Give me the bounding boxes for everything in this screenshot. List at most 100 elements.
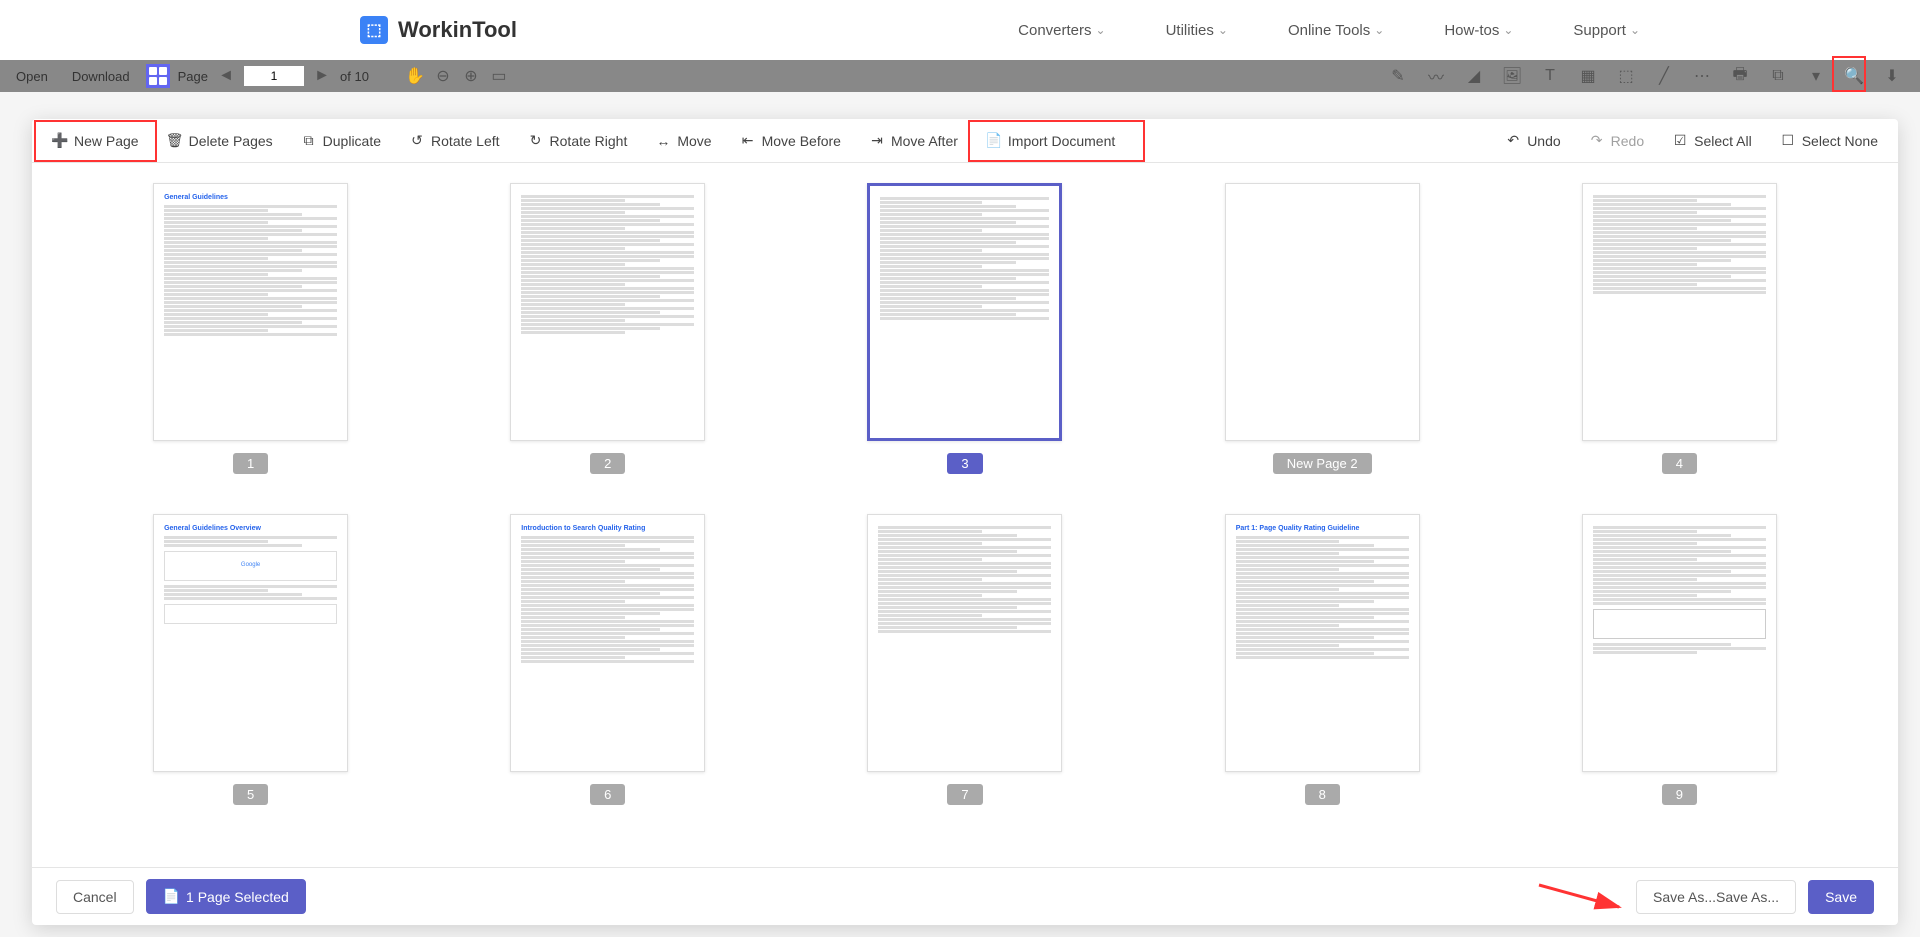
thumb-title: Introduction to Search Quality Rating	[521, 525, 694, 532]
page-thumb-8[interactable]: Part 1: Page Quality Rating Guideline	[1225, 514, 1420, 772]
open-button[interactable]: Open	[8, 65, 56, 88]
page-thumb-2[interactable]	[510, 183, 705, 441]
page-badge: New Page 2	[1273, 453, 1372, 474]
selected-count-button[interactable]: 📄 1 Page Selected	[146, 879, 306, 914]
dialog-footer: Cancel 📄 1 Page Selected Save As...Save …	[32, 867, 1898, 925]
page-badge: 4	[1662, 453, 1697, 474]
page-badge: 5	[233, 784, 268, 805]
page-item-9[interactable]: 9	[1561, 514, 1798, 805]
rotate-left-button[interactable]: ↺ Rotate Left	[397, 127, 512, 155]
nav-converters[interactable]: Converters	[1018, 22, 1105, 39]
move-label: Move	[677, 133, 711, 149]
thumb-title: Part 1: Page Quality Rating Guideline	[1236, 525, 1409, 532]
delete-pages-button[interactable]: 🗑 Delete Pages	[155, 127, 285, 155]
new-page-label: New Page	[74, 133, 139, 149]
duplicate-button[interactable]: ⧉ Duplicate	[289, 127, 393, 155]
line-icon[interactable]: ╱	[1654, 66, 1674, 86]
page-item-7[interactable]: 7	[846, 514, 1083, 805]
hand-tool-icon[interactable]: ✋	[405, 66, 425, 86]
rotate-right-label: Rotate Right	[550, 133, 628, 149]
save-as-button[interactable]: Save As...Save As...	[1636, 880, 1796, 914]
page-badge: 8	[1305, 784, 1340, 805]
cancel-button[interactable]: Cancel	[56, 880, 134, 914]
page-input[interactable]	[244, 66, 304, 86]
thumb-title: General Guidelines	[164, 194, 337, 201]
page-thumb-9[interactable]	[1582, 514, 1777, 772]
move-before-icon: ⇤	[740, 133, 756, 149]
page-badge: 9	[1662, 784, 1697, 805]
crop-icon[interactable]: ⬚	[1616, 66, 1636, 86]
zoom-in-icon[interactable]: ⊕	[461, 66, 481, 86]
page-item-5[interactable]: General Guidelines Overview Google 5	[132, 514, 369, 805]
page-thumb-7[interactable]	[867, 514, 1062, 772]
page-item-6[interactable]: Introduction to Search Quality Rating 6	[489, 514, 726, 805]
download-icon[interactable]: ⬇	[1882, 66, 1902, 86]
draw-icon[interactable]: 〰	[1426, 66, 1446, 86]
page-item-4[interactable]: 4	[1561, 183, 1798, 474]
search-icon[interactable]: 🔍	[1844, 66, 1864, 86]
nav-menu: Converters Utilities Online Tools How-to…	[1018, 22, 1640, 39]
next-page-icon[interactable]: ►	[312, 66, 332, 86]
form-icon[interactable]: ▦	[1578, 66, 1598, 86]
nav-support[interactable]: Support	[1573, 22, 1640, 39]
page-badge: 1	[233, 453, 268, 474]
prev-page-icon[interactable]: ◄	[216, 66, 236, 86]
nav-how-tos[interactable]: How-tos	[1444, 22, 1513, 39]
page-thumb-3-selected[interactable]	[867, 183, 1062, 441]
page-item-3[interactable]: 3	[846, 183, 1083, 474]
page-total: of 10	[340, 69, 369, 84]
select-none-icon: ☐	[1780, 133, 1796, 149]
page-badge: 7	[947, 784, 982, 805]
redo-button[interactable]: ↷ Redo	[1577, 127, 1656, 155]
thumb-content	[880, 197, 1049, 320]
new-page-button[interactable]: ➕ New Page	[40, 127, 151, 155]
page-item-8[interactable]: Part 1: Page Quality Rating Guideline 8	[1204, 514, 1441, 805]
annotation-arrow	[1534, 877, 1634, 917]
move-after-label: Move After	[891, 133, 958, 149]
logo[interactable]: ⬚ WorkinTool	[360, 16, 517, 44]
import-document-label: Import Document	[1008, 133, 1115, 149]
organize-icon[interactable]: ⧉	[1768, 66, 1788, 86]
page-icon: 📄	[163, 888, 180, 905]
new-page-icon: ➕	[52, 133, 68, 149]
save-button[interactable]: Save	[1808, 880, 1874, 914]
fit-page-icon[interactable]: ▭	[489, 66, 509, 86]
shape-icon[interactable]: ◢	[1464, 66, 1484, 86]
highlight-icon[interactable]: ✎	[1388, 66, 1408, 86]
delete-pages-label: Delete Pages	[189, 133, 273, 149]
text-icon[interactable]: T	[1540, 66, 1560, 86]
nav-online-tools[interactable]: Online Tools	[1288, 22, 1384, 39]
page-item-2[interactable]: 2	[489, 183, 726, 474]
move-before-button[interactable]: ⇤ Move Before	[728, 127, 853, 155]
undo-label: Undo	[1527, 133, 1560, 149]
print-icon[interactable]: 🖶	[1730, 66, 1750, 86]
chevron-down-icon[interactable]: ▾	[1806, 66, 1826, 86]
dialog-toolbar: ➕ New Page 🗑 Delete Pages ⧉ Duplicate ↺ …	[32, 119, 1898, 163]
page-thumb-1[interactable]: General Guidelines	[153, 183, 348, 441]
undo-button[interactable]: ↶ Undo	[1493, 127, 1572, 155]
select-all-label: Select All	[1694, 133, 1752, 149]
grid-view-icon[interactable]	[146, 64, 170, 88]
zoom-out-icon[interactable]: ⊖	[433, 66, 453, 86]
import-document-button[interactable]: 📄 Import Document	[974, 127, 1127, 155]
organize-pages-dialog: ➕ New Page 🗑 Delete Pages ⧉ Duplicate ↺ …	[32, 119, 1898, 925]
rotate-right-button[interactable]: ↻ Rotate Right	[516, 127, 640, 155]
nav-utilities[interactable]: Utilities	[1166, 22, 1228, 39]
page-thumb-5[interactable]: General Guidelines Overview Google	[153, 514, 348, 772]
move-after-button[interactable]: ⇥ Move After	[857, 127, 970, 155]
rotate-left-label: Rotate Left	[431, 133, 500, 149]
download-button[interactable]: Download	[64, 65, 138, 88]
select-none-button[interactable]: ☐ Select None	[1768, 127, 1890, 155]
dots-icon[interactable]: ⋯	[1692, 66, 1712, 86]
page-item-new[interactable]: New Page 2	[1204, 183, 1441, 474]
page-badge-selected: 3	[947, 453, 982, 474]
page-item-1[interactable]: General Guidelines 1	[132, 183, 369, 474]
move-button[interactable]: ↔ Move	[643, 127, 723, 155]
delete-icon: 🗑	[167, 133, 183, 149]
page-thumb-4[interactable]	[1582, 183, 1777, 441]
page-thumb-6[interactable]: Introduction to Search Quality Rating	[510, 514, 705, 772]
select-all-button[interactable]: ☑ Select All	[1660, 127, 1764, 155]
page-thumb-new-blank[interactable]	[1225, 183, 1420, 441]
redo-icon: ↷	[1589, 133, 1605, 149]
image-icon[interactable]: 🖼	[1502, 66, 1522, 86]
